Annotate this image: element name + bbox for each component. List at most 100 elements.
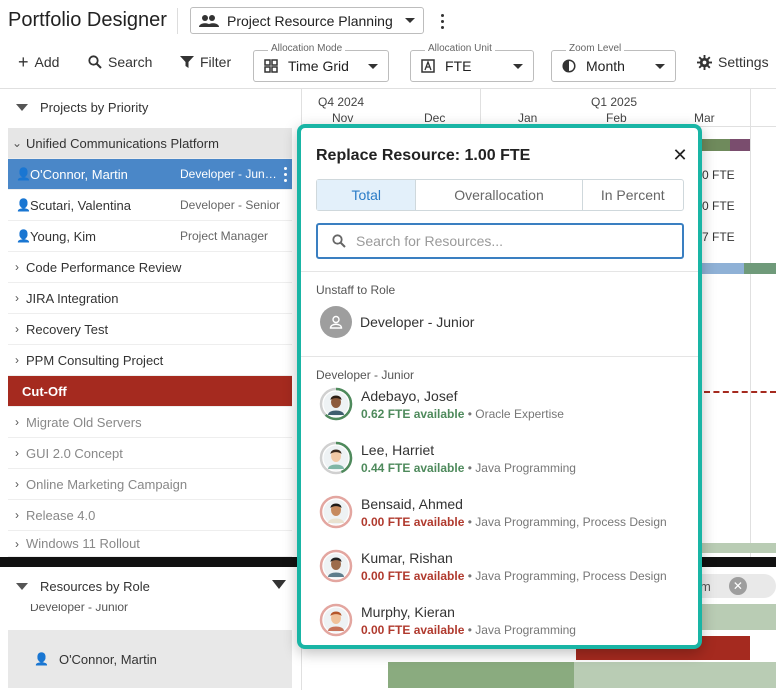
candidate-info: Kumar, Rishan 0.00 FTE available • Java P… — [361, 550, 686, 583]
assignment-name: O'Connor, Martin — [30, 166, 128, 182]
candidate-bullet: • — [464, 514, 476, 529]
project-row[interactable]: › Recovery Test — [8, 314, 292, 345]
resources-group-header[interactable]: Resources by Role — [0, 568, 292, 604]
title-divider — [177, 8, 178, 34]
candidate-row[interactable]: Murphy, Kieran 0.00 FTE available • Java … — [317, 598, 687, 642]
project-name: JIRA Integration — [26, 290, 119, 306]
candidate-details: 0.00 FTE available • Java Programming — [361, 623, 686, 637]
avatar — [319, 441, 353, 475]
candidate-fte: 0.00 FTE available — [361, 514, 465, 529]
allocation-unit-select[interactable]: Allocation Unit FTE — [410, 43, 534, 82]
view-selector[interactable]: Project Resource Planning — [190, 7, 424, 34]
resource-search-box — [316, 223, 684, 259]
project-name: Windows 11 Rollout — [26, 536, 140, 551]
candidate-fte: 0.44 FTE available — [361, 460, 465, 475]
candidate-bullet: • — [464, 622, 476, 637]
chevron-right-icon: › — [15, 536, 19, 551]
chevron-right-icon: › — [15, 322, 19, 336]
unstaff-section-label: Unstaff to Role — [316, 283, 396, 297]
resource-row-oconnor[interactable]: 👤 O'Connor, Martin — [8, 630, 292, 688]
role-avatar-icon — [320, 306, 352, 338]
close-icon[interactable]: ✕ — [672, 146, 688, 164]
avatar — [319, 549, 353, 583]
candidate-skills: Java Programming — [475, 460, 576, 475]
unstaff-role-name: Developer - Junior — [360, 314, 475, 330]
candidate-details: 0.62 FTE available • Oracle Expertise — [361, 407, 686, 421]
add-button[interactable]: + Add — [18, 53, 59, 71]
zoom-level-select[interactable]: Zoom Level Month — [551, 43, 676, 82]
allocation-bar — [700, 139, 730, 151]
settings-button[interactable]: Settings — [697, 54, 769, 70]
filter-button-label: Filter — [200, 54, 232, 70]
project-row[interactable]: › Code Performance Review — [8, 252, 292, 283]
candidate-row[interactable]: Bensaid, Ahmed 0.00 FTE available • Java … — [317, 490, 687, 534]
project-row[interactable]: › GUI 2.0 Concept — [8, 438, 292, 469]
assignment-name: Young, Kim — [30, 228, 97, 244]
close-icon[interactable]: ✕ — [728, 577, 747, 595]
project-row[interactable]: › PPM Consulting Project — [8, 345, 292, 376]
allocation-mode-legend: Allocation Mode — [268, 43, 346, 54]
project-row[interactable]: › JIRA Integration — [8, 283, 292, 314]
resource-search-input[interactable] — [356, 233, 682, 249]
project-row[interactable]: › Windows 11 Rollout — [8, 531, 292, 557]
tab-overallocation[interactable]: Overallocation — [416, 180, 583, 210]
search-button[interactable]: Search — [88, 54, 152, 70]
zoom-level-legend: Zoom Level — [566, 43, 625, 54]
filter-button[interactable]: Filter — [180, 54, 231, 70]
month-divider — [750, 88, 751, 558]
capacity-bar — [700, 604, 776, 630]
project-name: Unified Communications Platform — [26, 135, 219, 151]
project-name: Release 4.0 — [26, 507, 96, 523]
candidate-row[interactable]: Kumar, Rishan 0.00 FTE available • Java P… — [317, 544, 687, 588]
section-divider — [301, 356, 698, 357]
projects-header-label: Projects by Priority — [40, 99, 149, 115]
person-icon: 👤 — [16, 198, 31, 212]
tab-in-percent[interactable]: In Percent — [583, 180, 683, 210]
chevron-right-icon: › — [15, 508, 19, 522]
month-label: Jan — [518, 111, 538, 125]
month-label: Nov — [332, 111, 354, 125]
more-options-icon[interactable] — [278, 166, 292, 182]
filter-icon — [180, 56, 194, 68]
allocation-value: 0 FTE — [702, 168, 735, 182]
candidate-info: Adebayo, Josef 0.62 FTE available • Oracl… — [361, 388, 686, 421]
chevron-right-icon: › — [15, 291, 19, 305]
assignment-row-scutari[interactable]: 👤 Scutari, Valentina Developer - Senior — [8, 190, 292, 221]
project-row[interactable]: › Migrate Old Servers — [8, 407, 292, 438]
filter-icon[interactable] — [272, 580, 286, 589]
candidate-name: Kumar, Rishan — [361, 549, 453, 566]
candidate-row[interactable]: Adebayo, Josef 0.62 FTE available • Oracl… — [317, 382, 687, 426]
search-icon — [332, 234, 346, 248]
project-row-unified-communications[interactable]: ⌄ Unified Communications Platform — [8, 128, 292, 159]
project-row[interactable]: › Online Marketing Campaign — [8, 469, 292, 500]
unstaff-option[interactable]: Developer - Junior — [320, 306, 474, 338]
filter-chip[interactable]: m ✕ — [690, 574, 776, 598]
assignment-row-young[interactable]: 👤 Young, Kim Project Manager — [8, 221, 292, 252]
candidate-row[interactable]: Lee, Harriet 0.44 FTE available • Java Pr… — [317, 436, 687, 480]
candidate-name: Murphy, Kieran — [361, 603, 455, 620]
candidate-skills: Oracle Expertise — [475, 406, 564, 421]
chevron-down-icon — [16, 103, 28, 111]
quarter-label: Q1 2025 — [591, 95, 638, 109]
tab-total[interactable]: Total — [317, 180, 417, 210]
avatar — [319, 495, 353, 529]
allocation-unit-value: FTE — [445, 58, 472, 74]
more-options-icon[interactable] — [434, 10, 450, 32]
candidate-fte: 0.00 FTE available — [361, 622, 465, 637]
project-row[interactable]: › Release 4.0 — [8, 500, 292, 531]
assignment-row-oconnor[interactable]: 👤 O'Connor, Martin Developer - Junior — [8, 159, 292, 190]
project-name: Online Marketing Campaign — [26, 476, 188, 492]
popup-title: Replace Resource: 1.00 FTE — [316, 147, 531, 164]
font-icon — [421, 59, 435, 73]
search-icon — [88, 55, 102, 69]
projects-group-header[interactable]: Projects by Priority — [0, 88, 292, 126]
cutoff-line — [704, 391, 776, 393]
chevron-right-icon: › — [15, 446, 19, 460]
assignment-role: Developer - Senior — [180, 198, 281, 212]
chevron-down-icon — [16, 582, 28, 590]
allocation-mode-select[interactable]: Allocation Mode Time Grid — [253, 43, 389, 82]
allocation-value: 7 FTE — [702, 230, 735, 244]
allocation-bar — [744, 263, 776, 274]
allocation-value: 0 FTE — [702, 199, 735, 213]
chevron-right-icon: › — [15, 260, 19, 274]
